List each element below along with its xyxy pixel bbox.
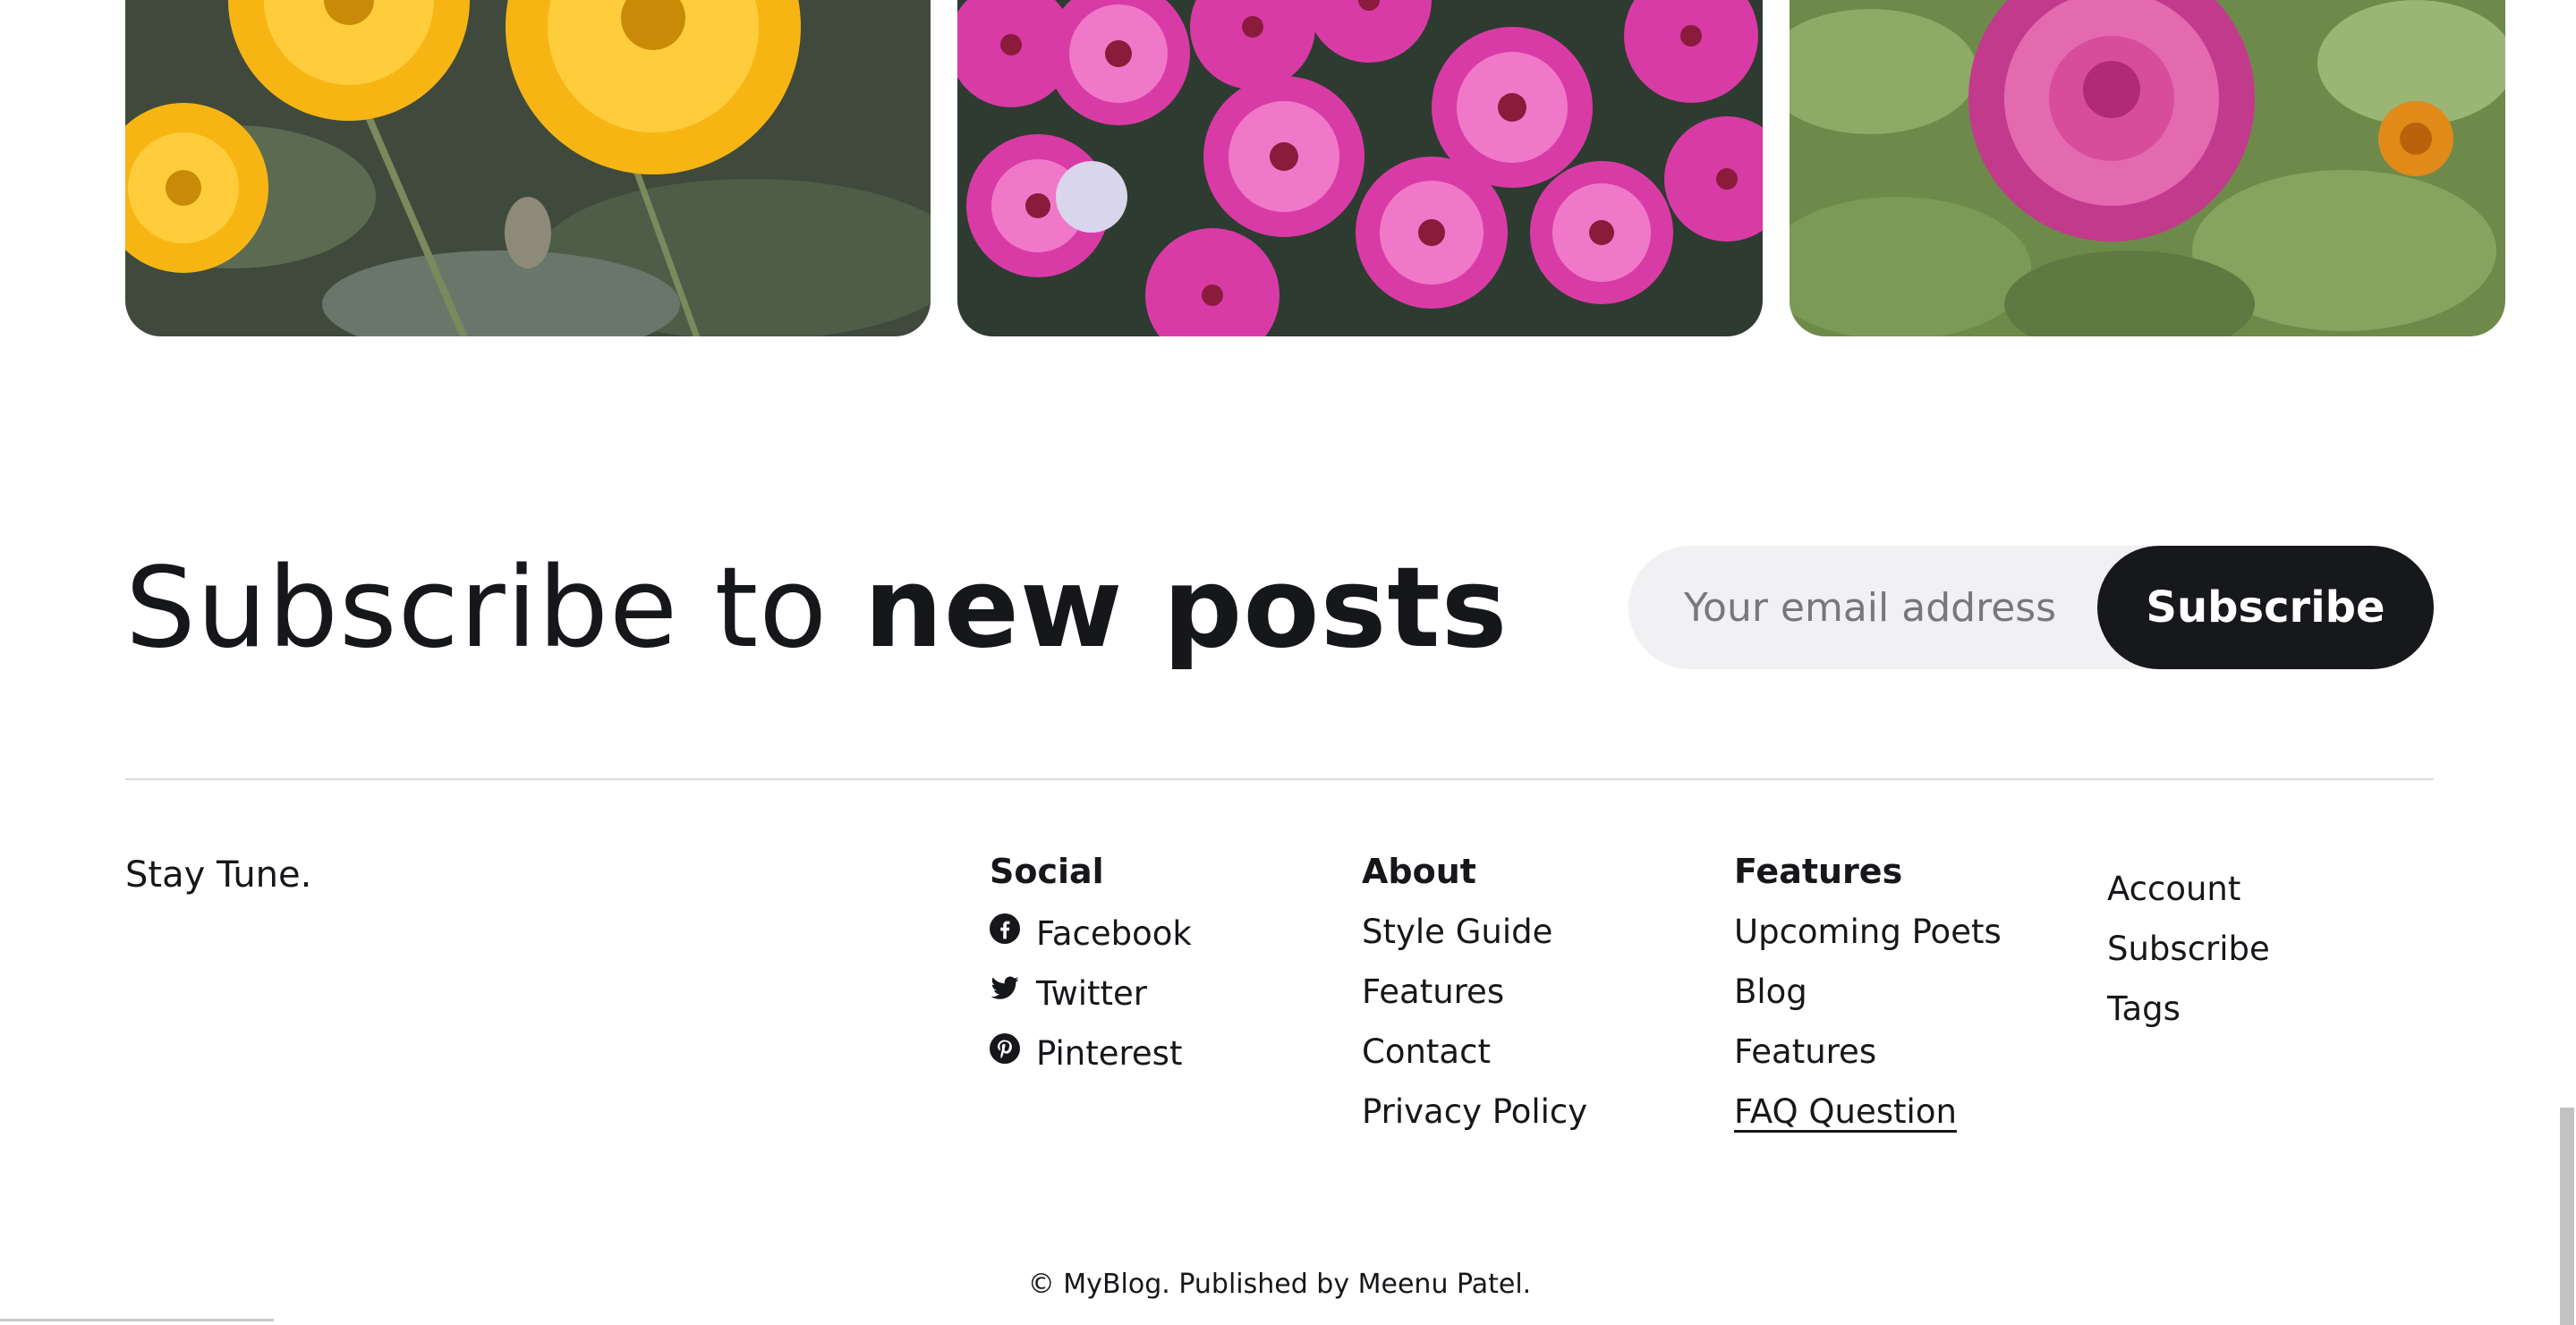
- facebook-label: Facebook: [1036, 914, 1192, 953]
- scrollbar-track[interactable]: [2558, 0, 2576, 1325]
- features-link-upcoming-poets[interactable]: Upcoming Poets: [1734, 913, 2002, 951]
- account-item: Tags: [2107, 986, 2270, 1046]
- dahlia-illustration: [1790, 0, 2505, 336]
- about-item: Features: [1362, 969, 1587, 1029]
- pink-flowers-illustration: [957, 0, 1763, 336]
- features-link-faq-question[interactable]: FAQ Question: [1734, 1092, 1957, 1131]
- subscribe-button[interactable]: Subscribe: [2097, 546, 2434, 669]
- scrollbar-thumb[interactable]: [2560, 1108, 2574, 1325]
- pinterest-label: Pinterest: [1036, 1034, 1183, 1073]
- features-heading: Features: [1734, 852, 1903, 891]
- footer-social-column: Social Facebook Twitter Pinterest: [990, 850, 1192, 1091]
- yellow-flowers-illustration: [125, 0, 931, 336]
- facebook-icon: [990, 913, 1020, 944]
- subscribe-heading-light: Subscribe to: [125, 544, 864, 673]
- social-item-twitter: Twitter: [990, 971, 1192, 1031]
- social-item-pinterest: Pinterest: [990, 1031, 1192, 1091]
- features-list: Upcoming Poets Blog Features FAQ Questio…: [1734, 909, 2002, 1149]
- footer-features-column: Features Upcoming Poets Blog Features FA…: [1734, 850, 2002, 1149]
- features-item: FAQ Question: [1734, 1089, 2002, 1149]
- subscribe-link[interactable]: Subscribe: [2107, 930, 2270, 968]
- page: Subscribe to new posts Subscribe Stay Tu…: [0, 0, 2576, 1325]
- features-item: Upcoming Poets: [1734, 909, 2002, 969]
- tags-link[interactable]: Tags: [2107, 990, 2181, 1028]
- about-link-privacy-policy[interactable]: Privacy Policy: [1362, 1092, 1587, 1131]
- copyright-text: © MyBlog. Published by Meenu Patel.: [1027, 1269, 1532, 1300]
- about-list: Style Guide Features Contact Privacy Pol…: [1362, 909, 1587, 1149]
- post-image-pink-flowers[interactable]: [957, 0, 1763, 336]
- features-link-blog[interactable]: Blog: [1734, 973, 1807, 1011]
- subscribe-heading: Subscribe to new posts: [125, 537, 1509, 680]
- subscribe-heading-bold: new posts: [863, 544, 1509, 673]
- post-image-pink-dahlia[interactable]: [1790, 0, 2505, 336]
- account-link[interactable]: Account: [2107, 870, 2240, 908]
- pinterest-link[interactable]: Pinterest: [990, 1031, 1182, 1077]
- footer-about-column: About Style Guide Features Contact Priva…: [1362, 850, 1587, 1149]
- about-link-style-guide[interactable]: Style Guide: [1362, 913, 1552, 951]
- about-link-contact[interactable]: Contact: [1362, 1032, 1491, 1071]
- social-item-facebook: Facebook: [990, 911, 1192, 971]
- about-heading: About: [1362, 852, 1476, 891]
- account-list: Account Subscribe Tags: [2107, 866, 2270, 1046]
- footer-divider: [125, 778, 2434, 780]
- about-item: Privacy Policy: [1362, 1089, 1587, 1149]
- subscribe-form: Subscribe: [1628, 546, 2434, 669]
- footer-tagline: Stay Tune.: [125, 854, 312, 896]
- twitter-label: Twitter: [1036, 974, 1148, 1013]
- footer-account-column: Account Subscribe Tags: [2107, 866, 2270, 1046]
- account-item: Subscribe: [2107, 926, 2270, 986]
- features-item: Features: [1734, 1029, 2002, 1089]
- about-link-features[interactable]: Features: [1362, 973, 1504, 1011]
- account-item: Account: [2107, 866, 2270, 926]
- features-item: Blog: [1734, 969, 2002, 1029]
- social-heading: Social: [990, 852, 1104, 891]
- features-link-features[interactable]: Features: [1734, 1032, 1876, 1071]
- about-item: Style Guide: [1362, 909, 1587, 969]
- horizontal-scrollbar[interactable]: [0, 1319, 274, 1325]
- social-list: Facebook Twitter Pinterest: [990, 911, 1192, 1091]
- email-input[interactable]: [1628, 546, 2094, 669]
- twitter-icon: [990, 973, 1020, 1004]
- about-item: Contact: [1362, 1029, 1587, 1089]
- post-image-yellow-flowers[interactable]: [125, 0, 931, 336]
- twitter-link[interactable]: Twitter: [990, 971, 1147, 1017]
- facebook-link[interactable]: Facebook: [990, 911, 1192, 957]
- pinterest-icon: [990, 1033, 1020, 1064]
